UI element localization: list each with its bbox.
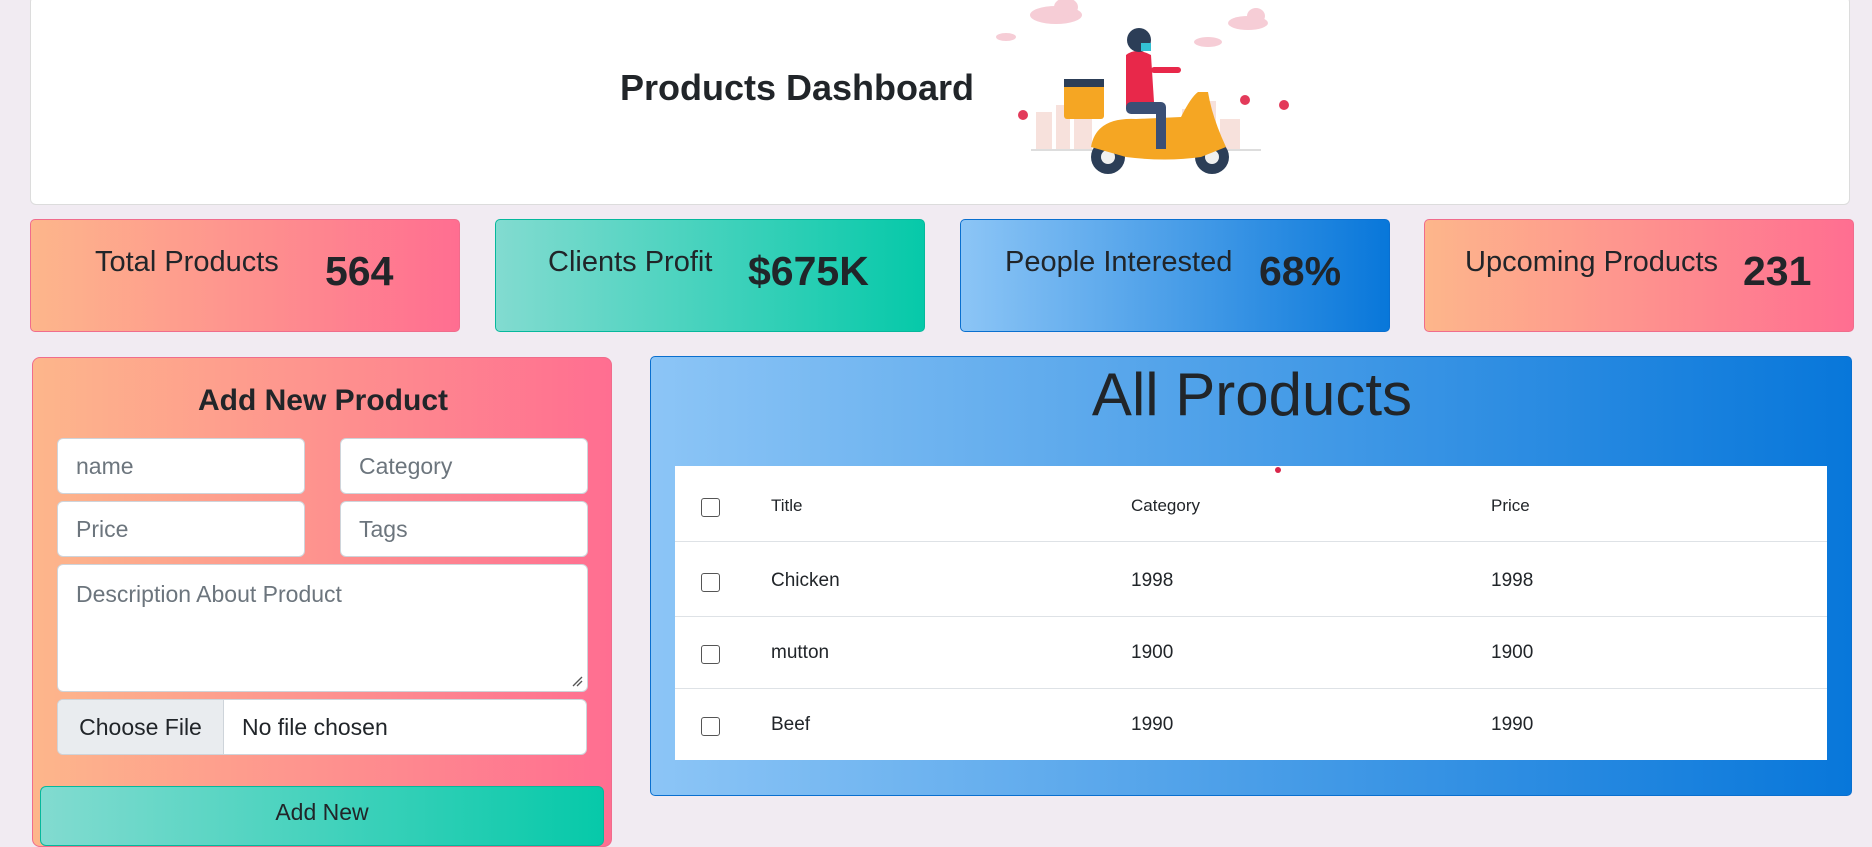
- category-input[interactable]: Category: [340, 438, 588, 494]
- description-placeholder: Description About Product: [76, 581, 342, 607]
- choose-file-button[interactable]: Choose File: [58, 700, 224, 754]
- cell-price: 1990: [1491, 714, 1534, 735]
- table-header-row: Title Category Price: [675, 470, 1827, 542]
- all-products-panel: All Products Title Category Price Chicke…: [650, 356, 1852, 796]
- stat-value: $675K: [748, 248, 869, 294]
- stat-label: People Interested: [1005, 246, 1233, 278]
- cell-title: Beef: [771, 714, 811, 735]
- page-title: Products Dashboard: [619, 67, 975, 108]
- name-input[interactable]: name: [57, 438, 305, 494]
- tags-input[interactable]: Tags: [340, 501, 588, 557]
- stat-label: Upcoming Products: [1465, 246, 1719, 278]
- row-checkbox[interactable]: [701, 717, 720, 736]
- products-table: Title Category Price Chicken 1998 1998 m…: [675, 466, 1827, 760]
- table-row[interactable]: mutton 1900 1900: [675, 617, 1827, 689]
- stat-card-total-products: Total Products 564: [30, 219, 460, 332]
- stat-value: 231: [1743, 248, 1812, 294]
- select-all-checkbox[interactable]: [701, 498, 720, 517]
- file-status-text: No file chosen: [242, 714, 388, 740]
- cell-category: 1990: [1131, 714, 1174, 735]
- form-title: Add New Product: [197, 384, 448, 417]
- cell-title: mutton: [771, 642, 830, 663]
- column-header-category: Category: [1131, 496, 1200, 515]
- delivery-scooter-illustration: [996, 0, 1289, 174]
- add-new-button[interactable]: Add New: [40, 786, 604, 846]
- cell-price: 1900: [1491, 642, 1534, 663]
- price-input[interactable]: Price: [57, 501, 305, 557]
- table-row[interactable]: Chicken 1998 1998: [675, 545, 1827, 617]
- stat-card-clients-profit: Clients Profit $675K: [495, 219, 925, 332]
- cell-category: 1998: [1131, 570, 1174, 591]
- row-checkbox[interactable]: [701, 573, 720, 592]
- table-row[interactable]: Beef 1990 1990: [675, 689, 1827, 761]
- column-header-title: Title: [771, 496, 803, 515]
- stat-label: Total Products: [95, 246, 279, 278]
- cell-title: Chicken: [771, 570, 840, 591]
- add-product-form: Add New Product name Category Price Tags…: [32, 357, 612, 847]
- cell-category: 1900: [1131, 642, 1174, 663]
- stat-value: 564: [325, 248, 394, 294]
- description-textarea[interactable]: Description About Product: [57, 564, 588, 692]
- dashboard-header: Products Dashboard: [30, 0, 1850, 205]
- resize-handle-icon[interactable]: [571, 675, 583, 687]
- file-input[interactable]: Choose File No file chosen: [57, 699, 587, 755]
- stat-value: 68%: [1259, 248, 1342, 294]
- products-title: All Products: [1091, 361, 1413, 428]
- stat-card-people-interested: People Interested 68%: [960, 219, 1390, 332]
- stat-card-upcoming-products: Upcoming Products 231: [1424, 219, 1854, 332]
- column-header-price: Price: [1491, 496, 1530, 515]
- row-checkbox[interactable]: [701, 645, 720, 664]
- stat-label: Clients Profit: [548, 246, 713, 278]
- cell-price: 1998: [1491, 570, 1534, 591]
